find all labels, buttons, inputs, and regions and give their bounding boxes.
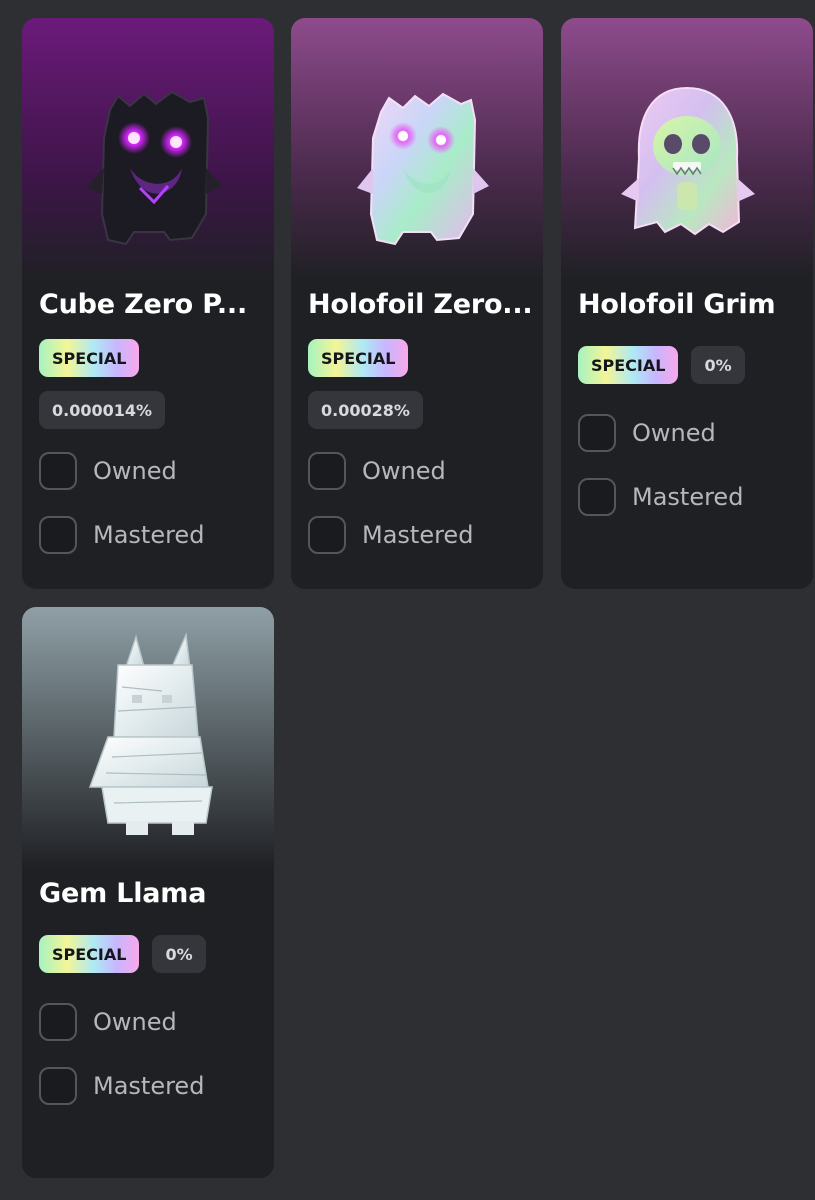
- rarity-badge: 0%: [691, 346, 745, 384]
- mastered-label: Mastered: [632, 483, 744, 511]
- rarity-badge: 0.00028%: [308, 391, 423, 429]
- mastered-checkbox[interactable]: [39, 1067, 77, 1105]
- owned-label: Owned: [93, 457, 177, 485]
- owned-label: Owned: [93, 1008, 177, 1036]
- special-badge: SPECIAL: [578, 346, 679, 384]
- gem-llama-figure-icon: [22, 607, 274, 869]
- badge-row: SPECIAL 0%: [578, 346, 745, 384]
- gem-llama-figure-image: [22, 607, 274, 869]
- mastered-row[interactable]: Mastered: [308, 516, 473, 554]
- card-title: Gem Llama: [39, 878, 207, 909]
- mastered-checkbox[interactable]: [39, 516, 77, 554]
- rarity-badge: 0%: [152, 935, 206, 973]
- item-card[interactable]: Holofoil Zero... SPECIAL 0.00028% Owned …: [291, 18, 543, 589]
- owned-row[interactable]: Owned: [39, 1003, 177, 1041]
- cube-zero-figure-image: [22, 18, 274, 280]
- mastered-label: Mastered: [93, 521, 205, 549]
- special-badge: SPECIAL: [39, 339, 140, 377]
- mastered-row[interactable]: Mastered: [578, 478, 743, 516]
- mastered-checkbox[interactable]: [578, 478, 616, 516]
- mastered-label: Mastered: [362, 521, 474, 549]
- special-badge: SPECIAL: [39, 935, 140, 973]
- holofoil-grim-figure-icon: [561, 18, 813, 280]
- card-title: Holofoil Grim: [578, 289, 776, 320]
- owned-label: Owned: [632, 419, 716, 447]
- mastered-checkbox[interactable]: [308, 516, 346, 554]
- rarity-row: 0.000014%: [39, 391, 166, 429]
- holofoil-grim-figure-image: [561, 18, 813, 280]
- owned-checkbox[interactable]: [308, 452, 346, 490]
- card-title: Cube Zero P...: [39, 289, 248, 320]
- mastered-row[interactable]: Mastered: [39, 1067, 204, 1105]
- card-title: Holofoil Zero...: [308, 289, 533, 320]
- mastered-row[interactable]: Mastered: [39, 516, 204, 554]
- badge-row: SPECIAL 0%: [39, 935, 206, 973]
- item-card[interactable]: Gem Llama SPECIAL 0% Owned Mastered: [22, 607, 274, 1178]
- item-card[interactable]: Holofoil Grim SPECIAL 0% Owned Mastered: [561, 18, 813, 589]
- owned-row[interactable]: Owned: [578, 414, 716, 452]
- owned-checkbox[interactable]: [39, 1003, 77, 1041]
- cube-zero-figure-icon: [22, 18, 274, 280]
- mastered-label: Mastered: [93, 1072, 205, 1100]
- badge-row: SPECIAL: [308, 339, 409, 377]
- badge-row: SPECIAL: [39, 339, 140, 377]
- special-badge: SPECIAL: [308, 339, 409, 377]
- rarity-row: 0.00028%: [308, 391, 423, 429]
- owned-label: Owned: [362, 457, 446, 485]
- owned-checkbox[interactable]: [578, 414, 616, 452]
- rarity-badge: 0.000014%: [39, 391, 166, 429]
- owned-row[interactable]: Owned: [39, 452, 177, 490]
- owned-row[interactable]: Owned: [308, 452, 446, 490]
- item-grid: Cube Zero P... SPECIAL 0.000014% Owned M…: [0, 0, 815, 1200]
- item-card[interactable]: Cube Zero P... SPECIAL 0.000014% Owned M…: [22, 18, 274, 589]
- holofoil-zero-figure-icon: [291, 18, 543, 280]
- holofoil-zero-figure-image: [291, 18, 543, 280]
- owned-checkbox[interactable]: [39, 452, 77, 490]
